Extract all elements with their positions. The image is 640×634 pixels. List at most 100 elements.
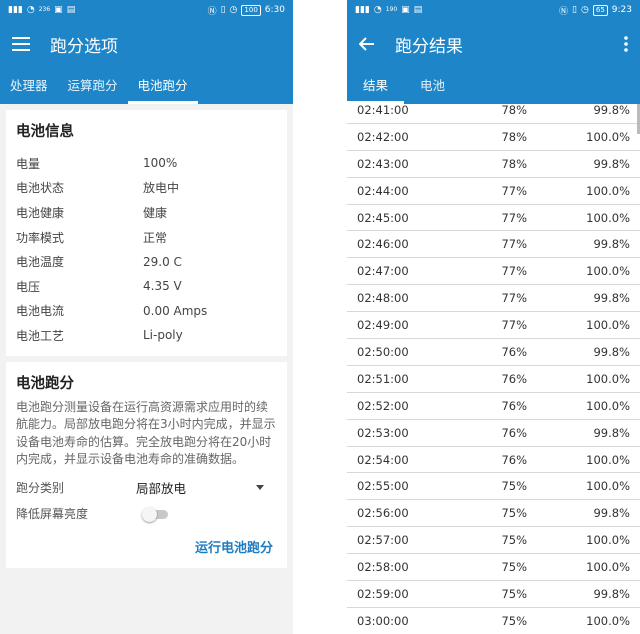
benchmark-type-select[interactable]: 局部放电	[136, 478, 266, 497]
result-time: 02:49:00	[357, 318, 409, 333]
battery-info-row: 电池工艺 Li-poly	[16, 323, 277, 348]
result-value: 100.0%	[586, 371, 630, 386]
result-value: 100.0%	[586, 183, 630, 198]
tab-bar: 处理器 运算跑分 电池跑分	[0, 68, 293, 104]
more-vert-icon[interactable]	[624, 36, 628, 52]
benchmark-type-value: 局部放电	[136, 481, 187, 497]
battery-info-row: 电池温度 29.0 C	[16, 249, 277, 274]
result-value: 100.0%	[586, 560, 630, 575]
clock-icon: ◷	[581, 5, 589, 15]
result-row: 02:42:00 78% 100.0%	[347, 124, 640, 151]
result-battery-percent: 77%	[501, 318, 527, 333]
result-row: 02:58:00 75% 100.0%	[347, 554, 640, 582]
result-row: 02:54:00 76% 100.0%	[347, 447, 640, 474]
battery-benchmark-description: 电池跑分测量设备在运行高资源需求应用时的续航能力。局部放电跑分将在3小时内完成，…	[16, 399, 276, 467]
result-row: 03:00:00 75% 100.0%	[347, 608, 640, 634]
result-battery-percent: 75%	[501, 506, 527, 521]
status-time: 9:23	[611, 5, 632, 15]
result-time: 02:57:00	[357, 533, 409, 548]
battery-info-label: 电池温度	[16, 255, 65, 270]
benchmark-type-row: 跑分类别 局部放电	[16, 475, 277, 501]
status-bar: ▮▮▮ ◔ 236 ▣ ▤ Ⓝ ▯ ◷ 100 6:30	[0, 0, 293, 20]
result-value: 99.8%	[593, 102, 630, 117]
result-time: 02:56:00	[357, 506, 409, 521]
result-value: 100.0%	[586, 533, 630, 548]
dim-screen-label: 降低屏幕亮度	[16, 507, 89, 522]
result-time: 02:45:00	[357, 210, 409, 225]
dim-screen-toggle[interactable]	[142, 506, 168, 522]
result-value: 100.0%	[586, 398, 630, 413]
result-value: 99.8%	[593, 344, 630, 359]
tab-battery-benchmark[interactable]: 电池跑分	[127, 75, 198, 104]
battery-info-label: 电池电流	[16, 304, 65, 319]
toolbar: 跑分选项	[0, 20, 293, 68]
battery-info-row: 电池电流 0.00 Amps	[16, 299, 277, 324]
result-time: 02:52:00	[357, 398, 409, 413]
benchmark-options-screen: ▮▮▮ ◔ 236 ▣ ▤ Ⓝ ▯ ◷ 100 6:30 跑分选项 处理器 运算…	[0, 0, 293, 634]
notification-icon: ▤	[66, 5, 76, 15]
battery-info-value: 4.35 V	[143, 279, 182, 294]
result-value: 99.8%	[593, 237, 630, 252]
result-value: 100.0%	[586, 264, 630, 279]
battery-info-value: 正常	[143, 230, 168, 245]
result-row: 02:59:00 75% 99.8%	[347, 581, 640, 608]
tab-compute-benchmark[interactable]: 运算跑分	[58, 75, 128, 104]
result-value: 99.8%	[593, 586, 630, 601]
battery-info-value: 0.00 Amps	[143, 303, 208, 318]
battery-info-value: Li-poly	[143, 328, 183, 343]
result-value: 100.0%	[586, 479, 630, 494]
tab-processor[interactable]: 处理器	[0, 75, 58, 104]
result-row: 02:41:00 78% 99.8%	[347, 97, 640, 124]
net-speed: 190	[385, 6, 398, 13]
result-row: 02:57:00 75% 100.0%	[347, 527, 640, 555]
battery-benchmark-title: 电池跑分	[16, 375, 74, 392]
chevron-down-icon	[256, 485, 264, 491]
toolbar: 跑分结果	[347, 20, 640, 68]
result-row: 02:48:00 77% 99.8%	[347, 285, 640, 313]
result-time: 02:41:00	[357, 102, 409, 117]
result-row: 02:50:00 76% 99.8%	[347, 339, 640, 366]
battery-info-label: 电压	[16, 279, 41, 294]
battery-info-row: 电池状态 放电中	[16, 176, 277, 201]
signal-icon: ▮▮▮	[8, 5, 23, 15]
result-row: 02:52:00 76% 100.0%	[347, 393, 640, 420]
battery-info-label: 电池工艺	[16, 328, 65, 343]
battery-icon: 100	[241, 4, 261, 16]
back-arrow-icon[interactable]	[359, 37, 375, 51]
menu-icon[interactable]	[12, 37, 30, 51]
dim-screen-row: 降低屏幕亮度	[16, 501, 277, 527]
result-value: 100.0%	[586, 452, 630, 467]
battery-icon: 65	[592, 4, 608, 16]
result-battery-percent: 75%	[501, 560, 527, 575]
result-battery-percent: 75%	[501, 533, 527, 548]
result-time: 02:54:00	[357, 452, 409, 467]
result-battery-percent: 76%	[501, 371, 527, 386]
result-row: 02:46:00 77% 99.8%	[347, 231, 640, 259]
result-battery-percent: 77%	[501, 291, 527, 306]
result-time: 02:55:00	[357, 479, 409, 494]
result-value: 100.0%	[586, 613, 630, 628]
image-icon: ▣	[54, 5, 63, 15]
result-time: 02:50:00	[357, 344, 409, 359]
app-bar: ▮▮▮ ◔ 190 ▣ ▤ Ⓝ ▯ ◷ 65 9:23 跑分结果 结果 电池	[347, 0, 640, 104]
result-value: 99.8%	[593, 506, 630, 521]
result-value: 100.0%	[586, 129, 630, 144]
result-time: 02:47:00	[357, 264, 409, 279]
result-value: 99.8%	[593, 156, 630, 171]
battery-info-label: 电池状态	[16, 181, 65, 196]
result-value: 99.8%	[593, 291, 630, 306]
result-row: 02:45:00 77% 100.0%	[347, 205, 640, 232]
battery-info-label: 电池健康	[16, 205, 65, 220]
result-battery-percent: 76%	[501, 452, 527, 467]
vibrate-icon: ▯	[572, 5, 577, 15]
result-row: 02:49:00 77% 100.0%	[347, 312, 640, 340]
nfc-icon: Ⓝ	[559, 6, 569, 17]
result-row: 02:56:00 75% 99.8%	[347, 500, 640, 528]
nfc-icon: Ⓝ	[207, 6, 217, 17]
results-list[interactable]: 02:41:00 78% 99.8% 02:42:00 78% 100.0% 02:43:0…	[347, 103, 640, 634]
benchmark-results-screen: ▮▮▮ ◔ 190 ▣ ▤ Ⓝ ▯ ◷ 65 9:23 跑分结果 结果 电池 0…	[347, 0, 640, 634]
result-row: 02:47:00 77% 100.0%	[347, 258, 640, 286]
result-value: 99.8%	[593, 425, 630, 440]
result-battery-percent: 77%	[501, 237, 527, 252]
run-battery-benchmark-button[interactable]: 运行电池跑分	[16, 537, 277, 556]
